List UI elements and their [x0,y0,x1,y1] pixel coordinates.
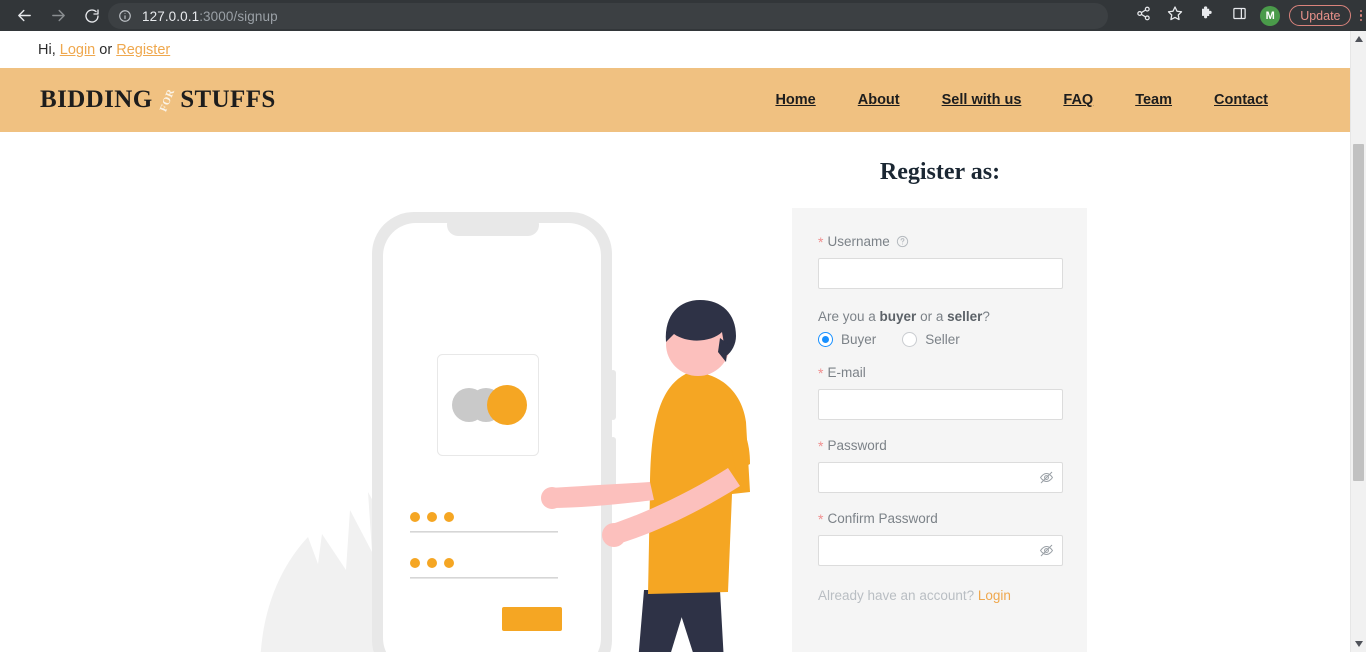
extensions-button[interactable] [1194,3,1220,29]
url-text: 127.0.0.1:3000/signup [142,9,278,24]
greeting-login-link[interactable]: Login [60,42,95,58]
confirm-password-input-wrapper [818,535,1063,566]
register-form: * Username Are you a buyer or a seller? [792,208,1087,652]
password-field-group: * Password [818,438,1063,493]
password-label-text: Password [827,438,887,453]
radio-seller-indicator[interactable] [902,332,918,347]
role-question-middle: or a [916,309,948,324]
page-scrollbar[interactable] [1350,31,1366,652]
email-input[interactable] [818,389,1063,420]
forward-button[interactable] [44,2,72,30]
eye-invisible-icon[interactable] [1039,470,1054,485]
login-hint-link[interactable]: Login [978,588,1011,603]
radio-buyer-indicator[interactable] [818,332,833,347]
greeting-separator: or [99,41,113,58]
browser-actions: M Update [1127,0,1362,31]
phone-app-logo-card [437,354,539,456]
login-hint: Already have an account? Login [818,588,1061,603]
username-input[interactable] [818,258,1063,289]
confirm-password-label-text: Confirm Password [827,511,938,526]
username-label-text: Username [827,234,890,249]
required-asterisk: * [818,437,824,454]
confirm-password-field-group: * Confirm Password [818,511,1063,566]
role-radio-group: Buyer Seller [818,332,1061,347]
address-bar[interactable]: 127.0.0.1:3000/signup [108,3,1108,29]
brand-word-stuffs: STUFFS [180,86,276,113]
nav-item-team[interactable]: Team [1135,92,1172,108]
star-icon [1167,5,1183,26]
back-button[interactable] [10,2,38,30]
scroll-down-arrow-icon[interactable] [1351,636,1366,652]
greeting-prefix: Hi, [38,41,56,58]
confirm-password-label: * Confirm Password [818,511,1061,526]
main-nav: Home About Sell with us FAQ Team Contact [775,68,1268,132]
eye-invisible-icon[interactable] [1039,543,1054,558]
password-label: * Password [818,438,1061,453]
brand-logo[interactable]: BIDDING FOR STUFFS [40,86,276,114]
forward-arrow-icon [50,7,67,24]
share-icon [1136,6,1151,26]
greeting-text: Hi, Login or Register [38,42,170,58]
side-panel-icon [1232,6,1247,26]
role-question-buyer: buyer [879,309,917,324]
radio-option-seller[interactable]: Seller [902,332,960,347]
back-arrow-icon [16,7,33,24]
radio-seller-label: Seller [925,332,960,347]
greeting-bar: Hi, Login or Register [0,31,1350,68]
content-area: Register as: * Username Are you a buyer … [0,132,1350,652]
question-circle-icon[interactable] [896,235,909,248]
required-asterisk: * [818,510,824,527]
page-title: Register as: [879,159,1001,185]
avatar[interactable]: M [1260,5,1281,26]
login-hint-text: Already have an account? [818,588,975,603]
required-asterisk: * [818,364,824,381]
side-panel-button[interactable] [1226,3,1252,29]
email-label: * E-mail [818,365,1061,380]
bookmark-button[interactable] [1162,3,1188,29]
browser-toolbar: 127.0.0.1:3000/signup M Update [0,0,1366,31]
nav-item-home[interactable]: Home [775,92,815,108]
radio-option-buyer[interactable]: Buyer [818,332,876,347]
url-path: :3000/signup [199,8,278,24]
puzzle-piece-icon [1199,5,1215,26]
role-question: Are you a buyer or a seller? [818,309,1061,324]
brand-word-bidding: BIDDING [40,86,153,113]
password-input[interactable] [818,462,1063,493]
role-question-prefix: Are you a [818,309,880,324]
nav-item-contact[interactable]: Contact [1214,92,1268,108]
nav-item-about[interactable]: About [858,92,900,108]
page-viewport: Hi, Login or Register BIDDING FOR STUFFS… [0,31,1350,652]
update-button[interactable]: Update [1289,5,1351,26]
username-label: * Username [818,234,1061,249]
nav-item-faq[interactable]: FAQ [1063,92,1093,108]
email-label-text: E-mail [827,365,866,380]
url-host: 127.0.0.1 [142,8,200,24]
confirm-password-input[interactable] [818,535,1063,566]
greeting-register-link[interactable]: Register [116,42,170,58]
scrollbar-thumb[interactable] [1353,144,1364,481]
radio-buyer-label: Buyer [841,332,877,347]
signup-illustration [250,192,790,652]
role-question-suffix: ? [982,309,990,324]
info-circle-icon[interactable] [118,9,132,23]
share-button[interactable] [1130,3,1156,29]
three-dots-vertical-icon[interactable] [1359,9,1362,22]
nav-item-sell-with-us[interactable]: Sell with us [942,92,1022,108]
email-field-group: * E-mail [818,365,1063,420]
scroll-up-arrow-icon[interactable] [1351,31,1366,47]
reload-button[interactable] [78,2,106,30]
reload-icon [84,8,100,24]
required-asterisk: * [818,233,824,250]
password-input-wrapper [818,462,1063,493]
brand-word-for: FOR [157,86,177,114]
username-field-group: * Username [818,234,1063,289]
site-header: BIDDING FOR STUFFS Home About Sell with … [0,68,1350,132]
role-question-seller: seller [947,309,983,324]
